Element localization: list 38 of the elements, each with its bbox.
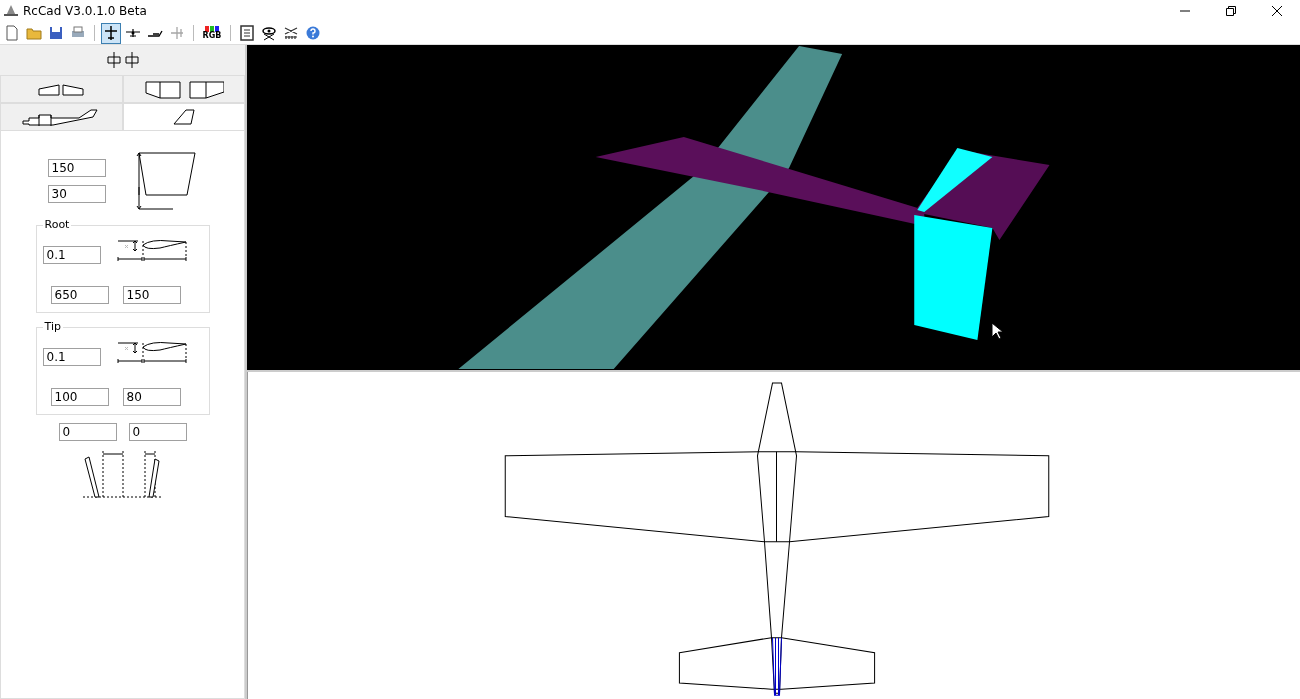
angle-field[interactable]: 0 — [58, 423, 117, 441]
color-bars-icon — [205, 26, 219, 32]
window-title: RcCad V3.0.1.0 Beta — [23, 4, 148, 18]
thickness-field[interactable]: 0.1 — [42, 348, 101, 366]
component-tab[interactable] — [0, 75, 123, 103]
new-file-icon — [4, 25, 20, 41]
tapered-wing-icon — [143, 79, 224, 99]
eye-icon — [261, 25, 277, 41]
fin-dimension-drawing — [135, 151, 198, 211]
twin-fin-icon — [105, 52, 140, 68]
restore-icon — [1226, 6, 1236, 16]
app-logo-icon — [4, 4, 18, 18]
offset-field[interactable]: 30 — [47, 185, 106, 203]
position-field[interactable]: 100 — [50, 388, 109, 406]
chord-field[interactable]: 150 — [122, 286, 181, 304]
angle-field[interactable]: 0 — [128, 423, 187, 441]
hatch-icon — [283, 25, 299, 41]
thickness-field[interactable]: 0.1 — [42, 246, 101, 264]
component-tab[interactable] — [122, 75, 245, 103]
component-tab[interactable] — [122, 103, 245, 131]
plane-icon — [169, 25, 185, 41]
chord-field[interactable]: 80 — [122, 388, 181, 406]
plane-icon — [103, 25, 119, 41]
mouse-pointer-icon — [991, 322, 1003, 340]
sheet-icon — [239, 25, 255, 41]
group-label: Root — [42, 218, 72, 231]
close-icon — [1272, 6, 1282, 16]
toolbar-button[interactable]: RGB — [200, 22, 224, 44]
height-field[interactable]: 150 — [47, 159, 106, 177]
group-label: Tip — [42, 320, 63, 333]
help-icon — [305, 25, 321, 41]
wing-icon — [37, 81, 86, 97]
component-tab[interactable] — [0, 103, 123, 131]
folder-icon — [26, 25, 42, 41]
fin-icon — [171, 108, 196, 126]
save-icon — [48, 25, 64, 41]
toolbar-button[interactable] — [101, 22, 121, 44]
position-field[interactable]: 650 — [50, 286, 109, 304]
